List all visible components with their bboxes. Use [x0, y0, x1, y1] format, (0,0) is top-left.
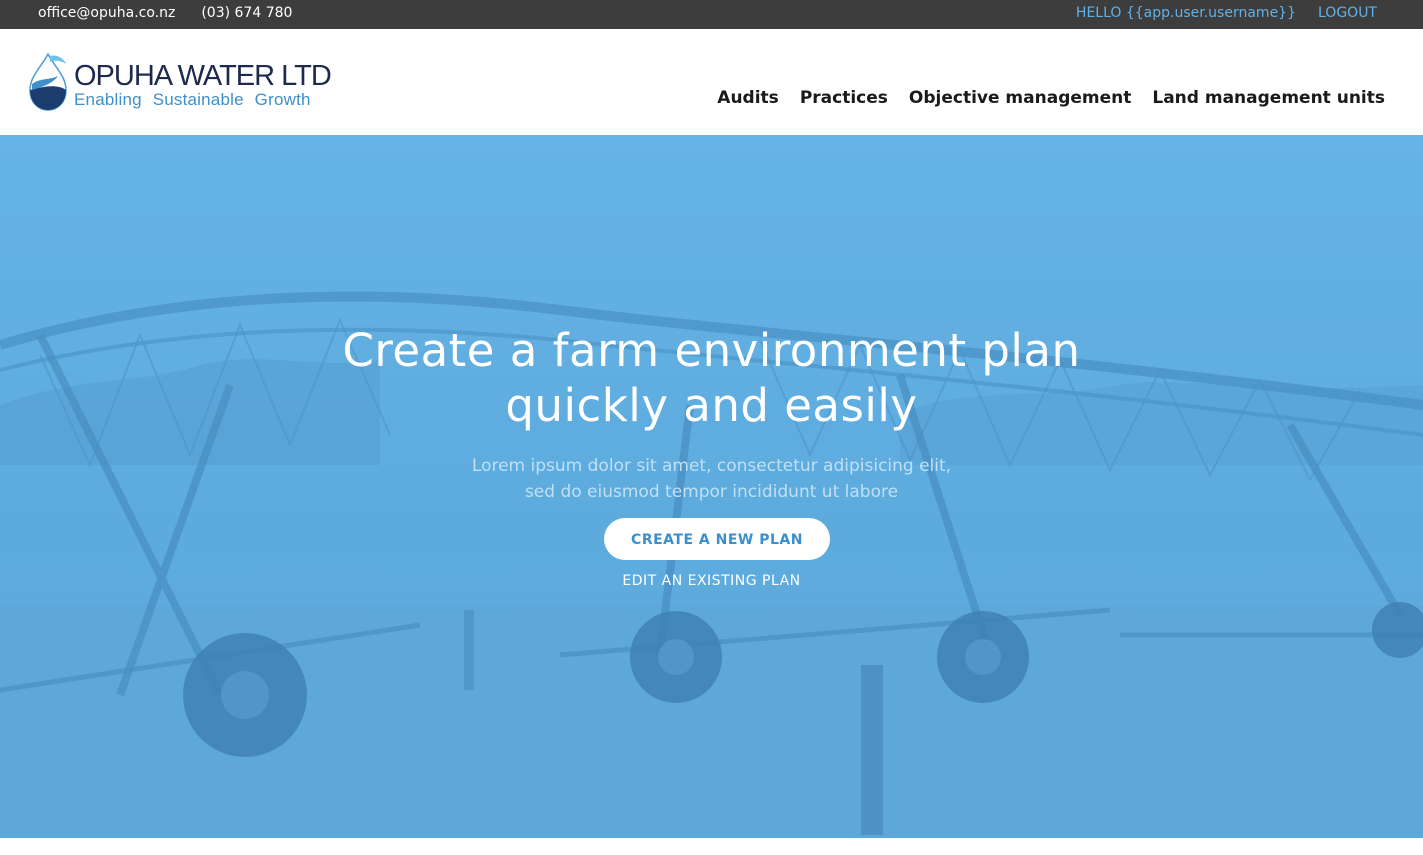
nav-audits[interactable]: Audits [717, 88, 779, 108]
main-navigation: Audits Practices Objective management La… [717, 88, 1385, 108]
hero-title-line-2: quickly and easily [505, 379, 918, 432]
edit-existing-plan-link[interactable]: EDIT AN EXISTING PLAN [622, 573, 800, 589]
nav-objective-management[interactable]: Objective management [909, 88, 1131, 108]
brand-name: OPUHA WATER LTD [74, 60, 332, 92]
hero-subtitle-line-1: Lorem ipsum dolor sit amet, consectetur … [471, 456, 952, 476]
brand-tagline: Enabling Sustainable Growth [74, 90, 311, 109]
nav-land-management-units[interactable]: Land management units [1152, 88, 1385, 108]
logout-link[interactable]: LOGOUT [1318, 5, 1377, 21]
water-drop-logo-icon [29, 52, 67, 111]
secondary-cta-wrapper: EDIT AN EXISTING PLAN [0, 573, 1423, 589]
nav-practices[interactable]: Practices [800, 88, 888, 108]
create-new-plan-button[interactable]: CREATE A NEW PLAN [604, 518, 830, 560]
hero-section: Create a farm environment plan quickly a… [0, 135, 1423, 838]
phone-link[interactable]: (03) 674 780 [201, 5, 292, 21]
brand-logo[interactable]: OPUHA WATER LTD Enabling Sustainable Gro… [26, 50, 332, 112]
account-area: HELLO {{app.user.username}} LOGOUT [1076, 5, 1377, 21]
hero-title-line-1: Create a farm environment plan [342, 324, 1081, 377]
top-utility-bar: office@opuha.co.nz (03) 674 780 HELLO {{… [0, 0, 1423, 29]
hero-title: Create a farm environment plan quickly a… [0, 323, 1423, 433]
contact-info: office@opuha.co.nz (03) 674 780 [38, 5, 292, 21]
page-bottom-strip [0, 838, 1423, 855]
site-header: OPUHA WATER LTD Enabling Sustainable Gro… [0, 29, 1423, 135]
hero-subtitle: Lorem ipsum dolor sit amet, consectetur … [0, 453, 1423, 505]
user-greeting: HELLO {{app.user.username}} [1075, 5, 1296, 21]
hero-subtitle-line-2: sed do eiusmod tempor incididunt ut labo… [524, 482, 899, 502]
email-link[interactable]: office@opuha.co.nz [38, 5, 175, 21]
